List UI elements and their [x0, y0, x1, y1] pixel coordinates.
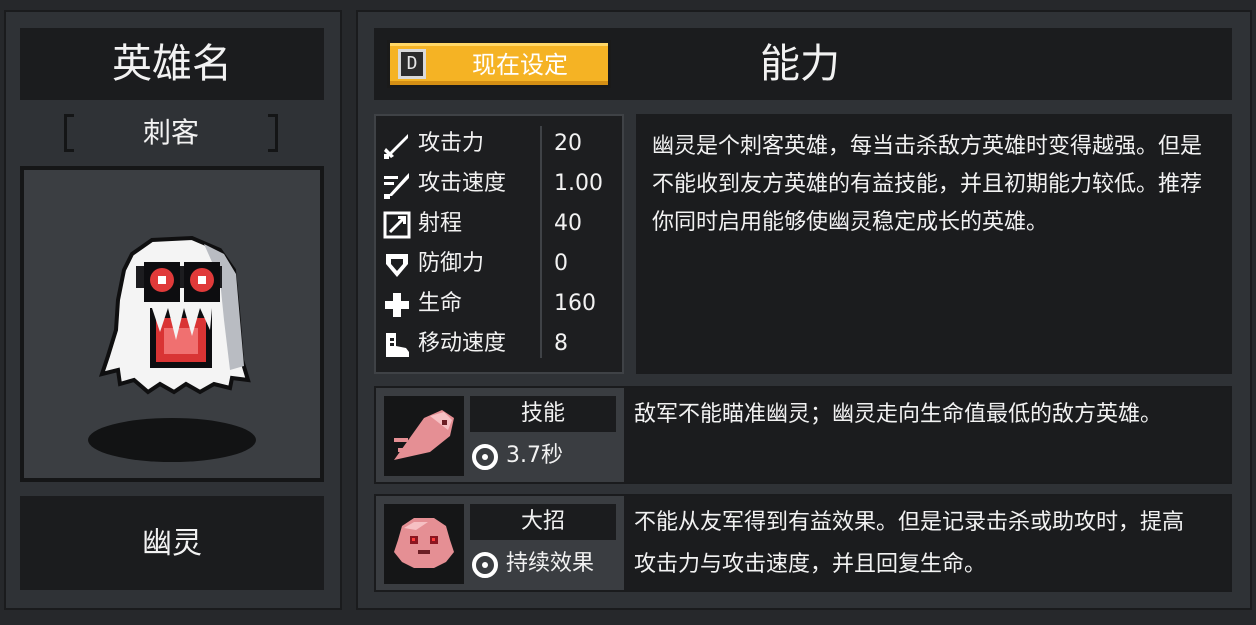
ultimate-text-box: 不能从友军得到有益效果。但是记录击杀或助攻时，提高攻击力与攻击速度，并且回复生命… — [624, 496, 1230, 590]
hero-name-header-box: 英雄名 — [20, 28, 324, 100]
skill-row: 技能 3.7秒 敌军不能瞄准幽灵；幽灵走向生命值最低的敌方英雄。 — [374, 386, 1232, 484]
stat-value: 20 — [554, 131, 582, 156]
bracket-right — [268, 114, 278, 152]
boot-icon — [386, 333, 409, 357]
stat-value: 1.00 — [554, 171, 603, 196]
stat-value: 0 — [554, 251, 568, 276]
keyboard-key-icon: D — [398, 49, 426, 79]
stat-row: 防御力 0 — [376, 244, 616, 284]
skill-cooldown: 3.7秒 — [506, 443, 563, 468]
angry-blob-icon — [394, 518, 454, 568]
attack-speed-icon — [384, 173, 409, 199]
ultimate-icon-frame — [384, 504, 464, 584]
ghost-sprite-icon — [88, 235, 256, 462]
hero-portrait — [24, 170, 320, 478]
stat-row: 攻击速度 1.00 — [376, 164, 616, 204]
stat-label: 防御力 — [418, 251, 485, 276]
stat-value: 40 — [554, 211, 582, 236]
skill-description: 敌军不能瞄准幽灵；幽灵走向生命值最低的敌方英雄。 — [634, 402, 1163, 427]
hero-name: 幽灵 — [142, 526, 202, 561]
stat-row: 移动速度 8 — [376, 324, 616, 364]
class-label-box: 刺客 — [60, 112, 282, 154]
skill-title: 技能 — [520, 401, 565, 426]
stat-label: 攻击速度 — [418, 171, 507, 196]
hero-name-header: 英雄名 — [112, 41, 232, 87]
hero-name-box: 幽灵 — [20, 496, 324, 590]
stats-box: 攻击力 20 攻击速度 1.00 射程 40 防御力 0 生命 160 移动速度… — [374, 114, 624, 374]
hero-portrait-frame — [20, 166, 324, 482]
skill-text-box: 敌军不能瞄准幽灵；幽灵走向生命值最低的敌方英雄。 — [624, 388, 1230, 482]
stat-label: 生命 — [418, 291, 463, 316]
stat-row: 射程 40 — [376, 204, 616, 244]
stat-label: 攻击力 — [418, 131, 485, 156]
stat-label: 移动速度 — [418, 331, 507, 356]
skill-dash-icon — [394, 410, 454, 460]
skill-title-box: 技能 — [470, 396, 616, 432]
stat-row: 生命 160 — [376, 284, 616, 324]
ultimate-description: 不能从友军得到有益效果。但是记录击杀或助攻时，提高攻击力与攻击速度，并且回复生命… — [634, 510, 1185, 577]
clock-icon — [472, 552, 498, 578]
stat-label: 射程 — [418, 211, 463, 236]
sword-icon — [384, 134, 408, 159]
stat-value: 8 — [554, 331, 568, 356]
stat-row: 攻击力 20 — [376, 124, 616, 164]
set-now-label: 现在设定 — [472, 51, 568, 79]
ultimate-row: 大招 持续效果 不能从友军得到有益效果。但是记录击杀或助攻时，提高攻击力与攻击速… — [374, 494, 1232, 592]
stat-value: 160 — [554, 291, 596, 316]
ultimate-duration: 持续效果 — [506, 551, 595, 576]
key-hint: D — [406, 53, 418, 74]
skill-icon-frame — [384, 396, 464, 476]
set-now-button[interactable]: D 现在设定 — [387, 40, 611, 88]
ultimate-title-box: 大招 — [470, 504, 616, 540]
ultimate-title: 大招 — [520, 509, 565, 534]
class-label: 刺客 — [142, 116, 199, 149]
ability-title: 能力 — [760, 41, 840, 87]
hero-description: 幽灵是个刺客英雄，每当击杀敌方英雄时变得越强。但是不能收到友方英雄的有益技能，并… — [652, 134, 1203, 235]
range-icon — [383, 211, 411, 239]
shield-icon — [386, 254, 408, 277]
clock-icon — [472, 444, 498, 470]
plus-icon — [385, 293, 409, 317]
description-box: 幽灵是个刺客英雄，每当击杀敌方英雄时变得越强。但是不能收到友方英雄的有益技能，并… — [636, 114, 1232, 374]
